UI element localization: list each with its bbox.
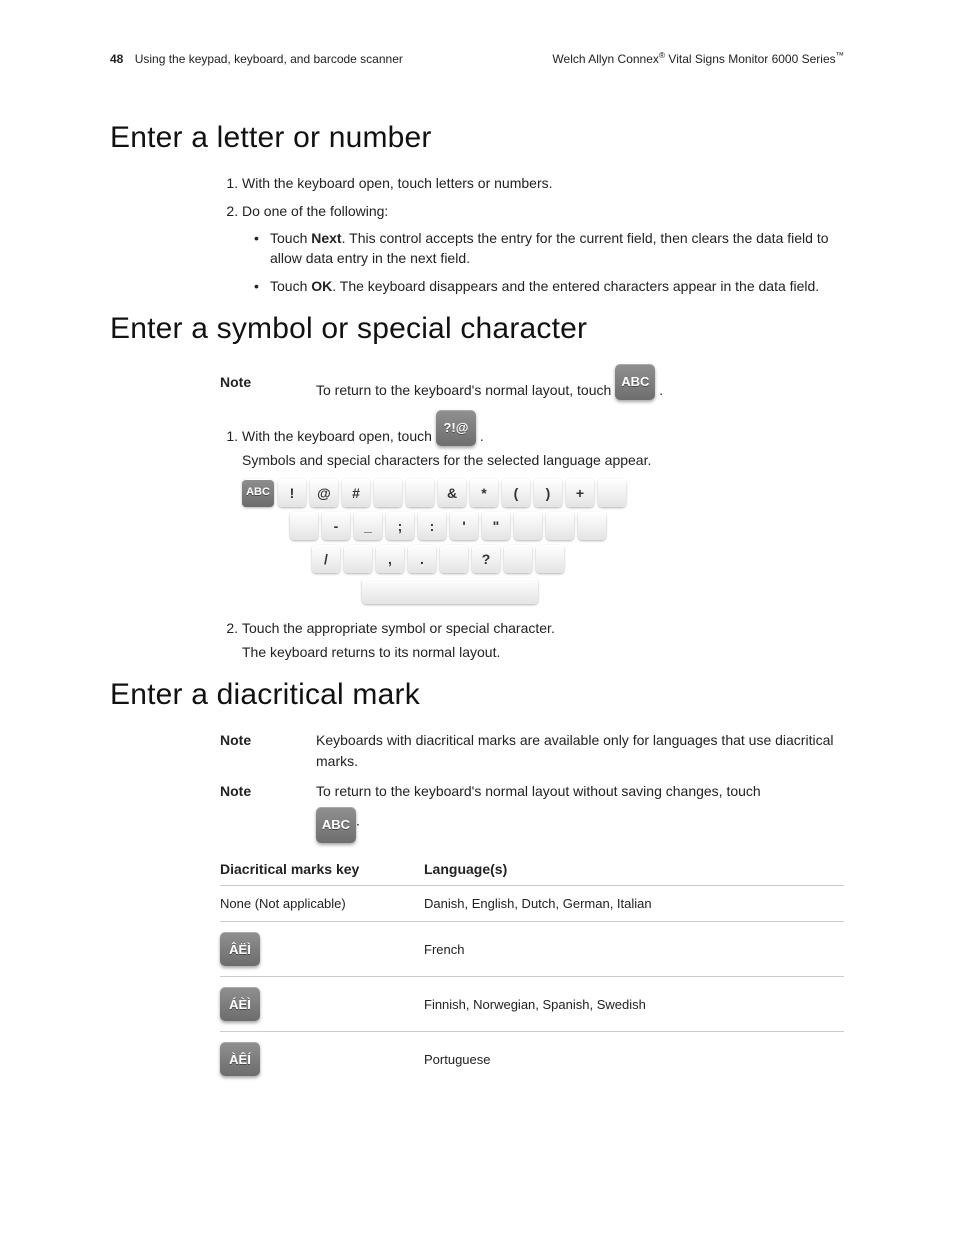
kb-key: ( xyxy=(502,479,530,507)
heading-enter-diacritical: Enter a diacritical mark xyxy=(110,678,844,712)
heading-enter-symbol: Enter a symbol or special character xyxy=(110,312,844,346)
kb-key: ) xyxy=(534,479,562,507)
abc-key-icon: ABC xyxy=(316,807,356,843)
document-page: 48 Using the keypad, keyboard, and barco… xyxy=(0,0,954,1146)
content-enter-diacritical: Note Keyboards with diacritical marks ar… xyxy=(220,730,844,1086)
kb-abc-key: ABC xyxy=(242,479,274,507)
kb-key: - xyxy=(322,512,350,540)
kb-row-3: / , . ? xyxy=(312,545,844,573)
heading-enter-letter: Enter a letter or number xyxy=(110,121,844,155)
diacritical-col2-header: Language(s) xyxy=(424,861,507,877)
letter-step-2: Do one of the following: Touch Next. Thi… xyxy=(242,201,844,296)
kb-row-2: - _ ; : ' " xyxy=(290,512,844,540)
diacritical-row: ÁÈÌ Finnish, Norwegian, Spanish, Swedish xyxy=(220,976,844,1031)
symbol-step-2: Touch the appropriate symbol or special … xyxy=(242,618,844,663)
kb-key xyxy=(406,479,434,507)
kb-key: * xyxy=(470,479,498,507)
kb-key xyxy=(290,512,318,540)
page-number: 48 xyxy=(110,52,123,66)
letter-bullet-ok: Touch OK. The keyboard disappears and th… xyxy=(270,276,844,296)
kb-key: _ xyxy=(354,512,382,540)
kb-key: ; xyxy=(386,512,414,540)
kb-key xyxy=(578,512,606,540)
running-header: 48 Using the keypad, keyboard, and barco… xyxy=(110,50,844,66)
diacritical-row: None (Not applicable) Danish, English, D… xyxy=(220,885,844,921)
symbol-keyboard: ABC ! @ # & * ( ) + xyxy=(242,479,844,604)
header-section: Using the keypad, keyboard, and barcode … xyxy=(135,52,403,66)
kb-key: : xyxy=(418,512,446,540)
diacritical-row: ÂËÌ French xyxy=(220,921,844,976)
kb-key: " xyxy=(482,512,510,540)
kb-key xyxy=(514,512,542,540)
kb-row-1: ABC ! @ # & * ( ) + xyxy=(242,479,844,507)
content-enter-letter: With the keyboard open, touch letters or… xyxy=(220,173,844,296)
kb-key xyxy=(536,545,564,573)
kb-key xyxy=(440,545,468,573)
kb-key: & xyxy=(438,479,466,507)
letter-step-1: With the keyboard open, touch letters or… xyxy=(242,173,844,193)
kb-key: / xyxy=(312,545,340,573)
kb-key: + xyxy=(566,479,594,507)
kb-key xyxy=(598,479,626,507)
symbol-step-1: With the keyboard open, touch ?!@. Symbo… xyxy=(242,410,844,603)
kb-key: ? xyxy=(472,545,500,573)
kb-key xyxy=(374,479,402,507)
diacritical-key-icon: ÁÈÌ xyxy=(220,987,260,1021)
diacritical-key-icon: ÂËÌ xyxy=(220,932,260,966)
kb-key: . xyxy=(408,545,436,573)
kb-key xyxy=(504,545,532,573)
kb-key: @ xyxy=(310,479,338,507)
header-right: Welch Allyn Connex® Vital Signs Monitor … xyxy=(552,50,844,66)
kb-row-space xyxy=(362,578,844,604)
diacritical-key-icon: ÀÊÍ xyxy=(220,1042,260,1076)
header-left: 48 Using the keypad, keyboard, and barco… xyxy=(110,52,403,66)
diacritical-row: ÀÊÍ Portuguese xyxy=(220,1031,844,1086)
letter-bullet-next: Touch Next. This control accepts the ent… xyxy=(270,228,844,269)
kb-key: # xyxy=(342,479,370,507)
content-enter-symbol: Note To return to the keyboard's normal … xyxy=(220,364,844,662)
kb-spacebar xyxy=(362,578,538,604)
diacritical-note-1: Note Keyboards with diacritical marks ar… xyxy=(220,730,844,771)
kb-key: ! xyxy=(278,479,306,507)
kb-key: ' xyxy=(450,512,478,540)
abc-key-icon: ABC xyxy=(615,364,655,400)
diacritical-col1-header: Diacritical marks key xyxy=(220,861,424,877)
kb-key: , xyxy=(376,545,404,573)
symbols-key-icon: ?!@ xyxy=(436,410,476,446)
symbol-note: Note To return to the keyboard's normal … xyxy=(220,364,844,400)
diacritical-table-header: Diacritical marks key Language(s) xyxy=(220,861,844,877)
kb-key xyxy=(546,512,574,540)
kb-key xyxy=(344,545,372,573)
diacritical-note-2: Note To return to the keyboard's normal … xyxy=(220,781,844,843)
